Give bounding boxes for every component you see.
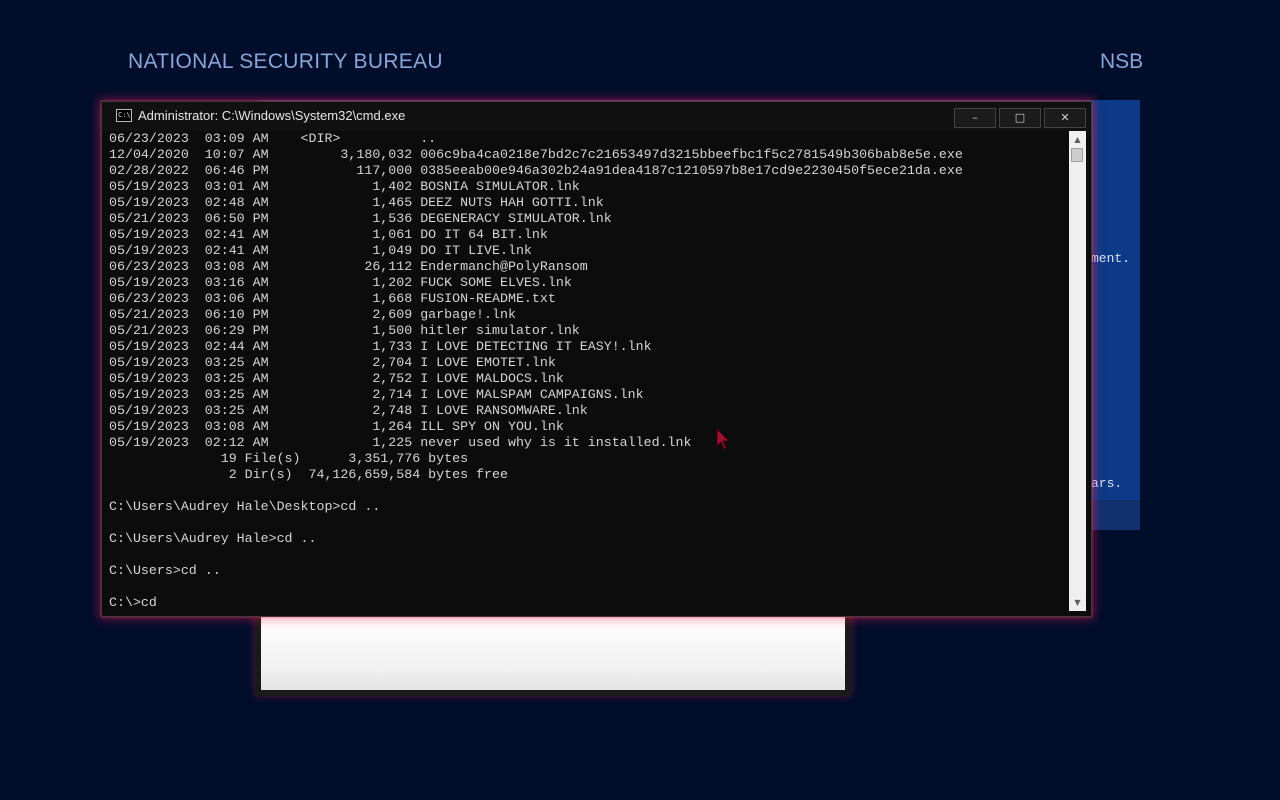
console-line: 05/19/2023 03:08 AM 1,264 ILL SPY ON YOU…: [109, 419, 564, 434]
agency-abbreviation: NSB: [1100, 50, 1144, 73]
console-output[interactable]: 06/23/2023 03:09 AM <DIR> .. 12/04/2020 1…: [109, 131, 1069, 613]
scroll-down-arrow-icon[interactable]: ▼: [1069, 594, 1086, 611]
console-line: 12/04/2020 10:07 AM 3,180,032 006c9ba4ca…: [109, 147, 963, 162]
console-line: 06/23/2023 03:08 AM 26,112 Endermanch@Po…: [109, 259, 588, 274]
console-line: 05/19/2023 03:25 AM 2,752 I LOVE MALDOCS…: [109, 371, 564, 386]
console-line: 05/19/2023 03:25 AM 2,704 I LOVE EMOTET.…: [109, 355, 556, 370]
close-button[interactable]: ✕: [1044, 108, 1086, 128]
console-line: 05/19/2023 02:12 AM 1,225 never used why…: [109, 435, 692, 450]
console-line: 05/19/2023 02:41 AM 1,049 DO IT LIVE.lnk: [109, 243, 532, 258]
console-line: C:\Users\Audrey Hale\Desktop>cd ..: [109, 499, 381, 514]
scroll-up-arrow-icon[interactable]: ▲: [1069, 131, 1086, 148]
console-line: 05/19/2023 02:48 AM 1,465 DEEZ NUTS HAH …: [109, 195, 604, 210]
cmd-titlebar[interactable]: C:\ Administrator: C:\Windows\System32\c…: [102, 102, 1091, 131]
cmd-window[interactable]: C:\ Administrator: C:\Windows\System32\c…: [101, 101, 1092, 617]
maximize-button[interactable]: □: [999, 108, 1041, 128]
mouse-pointer-icon: [716, 428, 731, 450]
cmd-icon: C:\: [116, 109, 132, 122]
console-line: 19 File(s) 3,351,776 bytes: [109, 451, 469, 466]
vertical-scrollbar[interactable]: ▲ ▼: [1069, 131, 1086, 611]
console-line: C:\>cd: [109, 595, 157, 610]
minimize-button[interactable]: –: [954, 108, 996, 128]
console-line: 06/23/2023 03:09 AM <DIR> ..: [109, 131, 437, 146]
console-line: 05/21/2023 06:29 PM 1,500 hitler simulat…: [109, 323, 580, 338]
console-line: 02/28/2022 06:46 PM 117,000 0385eeab00e9…: [109, 163, 963, 178]
console-line: 06/23/2023 03:06 AM 1,668 FUSION-README.…: [109, 291, 556, 306]
console-line: 05/19/2023 03:25 AM 2,748 I LOVE RANSOMW…: [109, 403, 588, 418]
console-line: 05/19/2023 03:25 AM 2,714 I LOVE MALSPAM…: [109, 387, 644, 402]
console-line: C:\Users\Audrey Hale>cd ..: [109, 531, 317, 546]
console-line: 2 Dir(s) 74,126,659,584 bytes free: [109, 467, 508, 482]
console-line: 05/21/2023 06:10 PM 2,609 garbage!.lnk: [109, 307, 516, 322]
console-line: 05/19/2023 03:16 AM 1,202 FUCK SOME ELVE…: [109, 275, 572, 290]
background-window-text-1: ment.: [1091, 251, 1131, 266]
console-line: C:\Users>cd ..: [109, 563, 221, 578]
console-line: 05/19/2023 02:44 AM 1,733 I LOVE DETECTI…: [109, 339, 652, 354]
background-window-footer: [1088, 500, 1140, 530]
scrollbar-thumb[interactable]: [1071, 148, 1083, 162]
background-window-text-2: ars.: [1091, 476, 1123, 491]
cmd-window-title: Administrator: C:\Windows\System32\cmd.e…: [138, 108, 406, 123]
page-title: NATIONAL SECURITY BUREAU: [128, 50, 443, 73]
console-line: 05/21/2023 06:50 PM 1,536 DEGENERACY SIM…: [109, 211, 612, 226]
cmd-icon-glyph: C:\: [118, 111, 131, 119]
console-line: 05/19/2023 02:41 AM 1,061 DO IT 64 BIT.l…: [109, 227, 548, 242]
background-dialog-body: [261, 616, 845, 690]
console-line: 05/19/2023 03:01 AM 1,402 BOSNIA SIMULAT…: [109, 179, 580, 194]
